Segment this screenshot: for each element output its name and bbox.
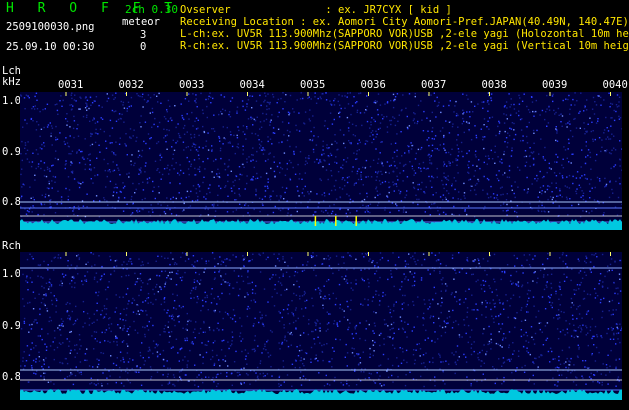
- time-tick-label: 0037: [421, 79, 447, 91]
- meteor-count-lch: 3: [140, 29, 147, 41]
- rch-receiver-line: R-ch:ex. UV5R 113.900Mhz(SAPPORO VOR)USB…: [180, 40, 629, 52]
- lch-spectrogram-canvas: [20, 92, 622, 230]
- time-tick-label: 0035: [300, 79, 326, 91]
- lch-label: Lch: [2, 65, 21, 77]
- observer-line: Ovserver : ex. JR7CYX [ kid ]: [180, 4, 452, 16]
- meteor-label: meteor: [122, 16, 160, 28]
- time-tick-label: 0040: [602, 79, 628, 91]
- mode-label: 2ch 0.30: [125, 3, 178, 16]
- time-tick-label: 0036: [360, 79, 386, 91]
- rch-ytick-0-9: 0.9: [2, 320, 21, 332]
- signal-level-trace: [20, 389, 622, 400]
- rch-ytick-0-8: 0.8: [2, 371, 21, 383]
- time-tick-label: 0031: [58, 79, 84, 91]
- lch-spectrogram: [20, 92, 622, 230]
- lch-ytick-1-0: 1.0: [2, 95, 21, 107]
- signal-level-trace: [20, 219, 622, 230]
- file-timestamp: 25.09.10 00:30: [6, 41, 95, 53]
- time-tick-label: 0033: [179, 79, 205, 91]
- rch-label: Rch: [2, 240, 21, 252]
- meteor-count-rch: 0: [140, 41, 147, 53]
- time-tick-label: 0034: [239, 79, 265, 91]
- time-tick-label: 0039: [542, 79, 568, 91]
- file-name: 2509100030.png: [6, 21, 95, 33]
- rch-spectrogram: [20, 252, 622, 400]
- location-line: Receiving Location : ex. Aomori City Aom…: [180, 16, 629, 28]
- lch-ytick-0-8: 0.8: [2, 196, 21, 208]
- time-tick-label: 0038: [481, 79, 507, 91]
- lch-ytick-0-9: 0.9: [2, 146, 21, 158]
- rch-spectrogram-canvas: [20, 252, 622, 400]
- lch-receiver-line: L-ch:ex. UV5R 113.900Mhz(SAPPORO VOR)USB…: [180, 28, 629, 40]
- lch-unit: kHz: [2, 76, 21, 88]
- time-tick-label: 0032: [118, 79, 144, 91]
- rch-ytick-1-0: 1.0: [2, 268, 21, 280]
